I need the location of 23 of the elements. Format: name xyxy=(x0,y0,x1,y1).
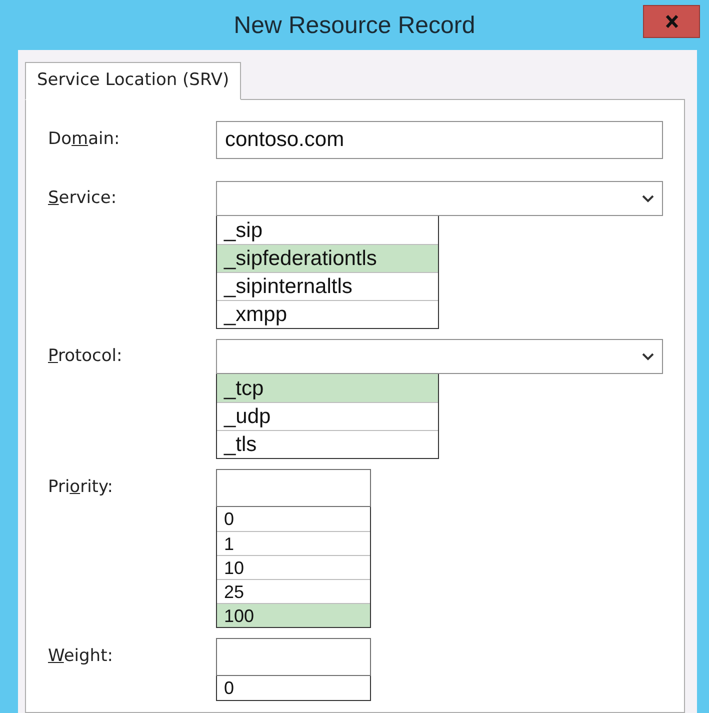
option-item[interactable]: _udp xyxy=(217,402,438,430)
domain-input-field[interactable]: contoso.com xyxy=(216,121,663,159)
chevron-down-icon xyxy=(642,194,654,202)
option-item[interactable]: _xmpp xyxy=(217,300,438,328)
dropdown-field[interactable] xyxy=(216,339,663,374)
tab[interactable]: Service Location (SRV) xyxy=(25,62,242,100)
field-label: Weight: xyxy=(48,645,114,668)
close-button[interactable] xyxy=(643,5,700,38)
option-item[interactable]: _tcp xyxy=(217,374,438,402)
dropdown-field[interactable] xyxy=(216,181,663,216)
option-item[interactable]: _sipfederationtls xyxy=(217,244,438,272)
field-label: Priority: xyxy=(48,476,114,500)
option-item[interactable]: _sipinternaltls xyxy=(217,272,438,300)
field-label: Domain: xyxy=(48,128,121,152)
input-field[interactable] xyxy=(216,469,371,507)
window-title: New Resource Record xyxy=(234,14,476,38)
option-item[interactable]: _tls xyxy=(217,430,438,458)
field-label: Service: xyxy=(48,186,118,210)
option-item[interactable]: 100 xyxy=(217,603,370,627)
chevron-down-icon xyxy=(642,352,654,360)
input-field[interactable] xyxy=(216,638,371,676)
field-label: Protocol: xyxy=(48,344,124,368)
close-icon xyxy=(664,15,678,28)
